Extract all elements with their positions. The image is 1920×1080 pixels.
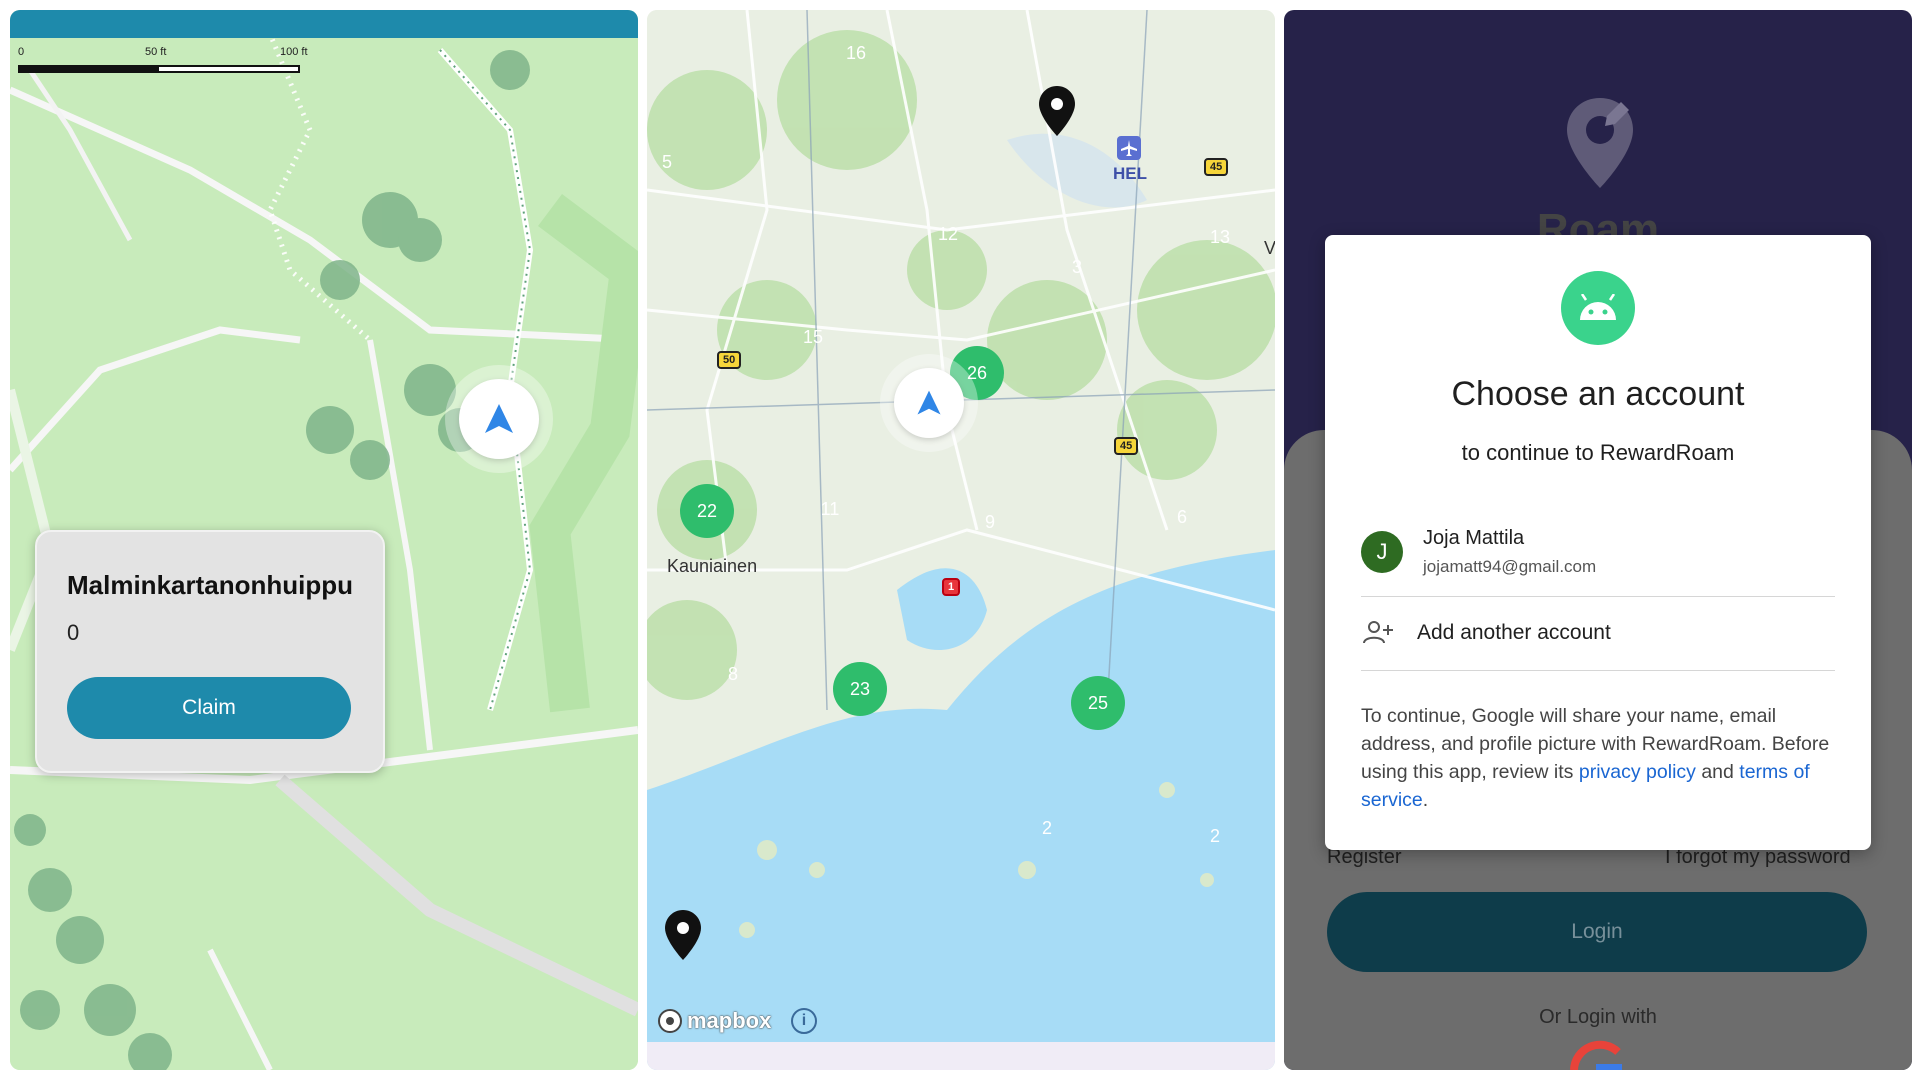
cluster-count: 25 (1087, 692, 1109, 713)
cluster-count: 6 (1176, 506, 1187, 527)
cluster-count: 16 (845, 42, 867, 63)
cluster-marker[interactable]: 23 (833, 662, 887, 716)
cluster-marker[interactable]: 6 (1155, 490, 1209, 544)
town-label: Kauniainen (667, 556, 758, 576)
cluster-marker[interactable]: 13 (1193, 210, 1247, 264)
cluster-marker[interactable]: 3 (1050, 240, 1104, 294)
cluster-count: 26 (966, 362, 988, 383)
bottom-bar (647, 1042, 1275, 1070)
edge-label: V (1264, 238, 1275, 258)
google-icon[interactable] (1566, 1040, 1626, 1070)
consent-text: . (1422, 789, 1429, 811)
dialog-title: Choose an account (1451, 375, 1745, 413)
road-shield-50: 50 (717, 351, 742, 369)
consent-text: and (1695, 761, 1740, 783)
cluster-count: 13 (1209, 226, 1231, 247)
android-icon (1561, 271, 1635, 345)
cluster-count: 5 (661, 151, 672, 172)
location-pin-icon[interactable] (1039, 86, 1075, 136)
cluster-count: 3 (1071, 256, 1082, 277)
login-screen: Roam Register I forgot my password Login… (1284, 10, 1912, 1070)
airport-label: HEL (1113, 164, 1147, 183)
poi-title: Malminkartanonhuippu (67, 570, 353, 600)
location-pin-icon[interactable] (665, 910, 701, 960)
consent-description: To continue, Google will share your name… (1361, 702, 1835, 814)
app-logo-icon (1567, 98, 1633, 188)
scale-labels: 0 50 ft 100 ft (18, 46, 308, 60)
poi-points: 0 (67, 620, 80, 645)
info-icon[interactable]: i (791, 1008, 817, 1034)
cluster-count: 12 (937, 223, 959, 244)
cluster-count: 8 (727, 663, 738, 684)
account-chooser-dialog: Choose an account to continue to RewardR… (1325, 235, 1871, 850)
mapbox-icon (658, 1009, 682, 1033)
scale-label-max: 100 ft (280, 46, 308, 58)
cluster-count: 9 (984, 511, 995, 532)
airport-icon (1117, 136, 1141, 160)
cluster-map-view[interactable]: HEL Kauniainen V 45 45 50 1 16 5 12 3 13… (647, 10, 1275, 1070)
top-bar (10, 10, 638, 38)
privacy-policy-link[interactable]: privacy policy (1579, 761, 1696, 783)
cluster-count: 2 (1209, 825, 1220, 846)
claim-button[interactable]: Claim (67, 677, 351, 739)
cluster-marker[interactable]: 22 (680, 484, 734, 538)
cluster-count: 2 (1041, 817, 1052, 838)
navigation-arrow-icon (485, 404, 513, 433)
cluster-marker[interactable]: 11 (803, 482, 857, 536)
dialog-subtitle: to continue to RewardRoam (1461, 440, 1735, 465)
cluster-marker[interactable]: 9 (963, 495, 1017, 549)
mapbox-logo[interactable]: mapbox (657, 1008, 771, 1034)
cluster-count: 23 (849, 678, 871, 699)
cluster-marker[interactable]: 15 (786, 310, 840, 364)
road-shield-1: 1 (942, 578, 961, 596)
scale-label-mid: 50 ft (145, 46, 167, 58)
cluster-count: 22 (696, 500, 718, 521)
location-button[interactable] (459, 379, 539, 459)
cluster-marker[interactable]: 8 (706, 647, 760, 701)
or-login-with-label: Or Login with (1539, 1006, 1657, 1028)
divider (1361, 596, 1835, 597)
cluster-count: 11 (820, 498, 840, 519)
divider (1361, 670, 1835, 671)
map-view-detail[interactable]: 0 50 ft 100 ft Malminkartanonhuippu 0 Cl… (10, 10, 638, 1070)
login-button[interactable]: Login (1327, 892, 1867, 972)
avatar: J (1361, 531, 1403, 573)
add-account-label: Add another account (1417, 621, 1611, 644)
road-shield-45: 45 (1204, 158, 1229, 176)
cluster-count: 15 (802, 326, 824, 347)
road-shield-45: 45 (1114, 437, 1139, 455)
cluster-marker[interactable]: 16 (829, 26, 883, 80)
poi-card: Malminkartanonhuippu 0 Claim (35, 530, 385, 773)
account-email: jojamatt94@gmail.com (1423, 557, 1597, 576)
navigation-arrow-icon (917, 390, 941, 415)
add-person-icon (1363, 621, 1393, 644)
cluster-marker[interactable]: 2 (1188, 809, 1242, 863)
cluster-marker[interactable]: 12 (921, 207, 975, 261)
location-button[interactable] (894, 368, 964, 438)
cluster-marker[interactable]: 25 (1071, 676, 1125, 730)
account-name: Joja Mattila (1423, 527, 1525, 549)
scale-bar (18, 65, 300, 73)
scale-label-zero: 0 (18, 46, 25, 58)
mapbox-label: mapbox (687, 1008, 772, 1033)
cluster-marker[interactable]: 2 (1020, 801, 1074, 855)
